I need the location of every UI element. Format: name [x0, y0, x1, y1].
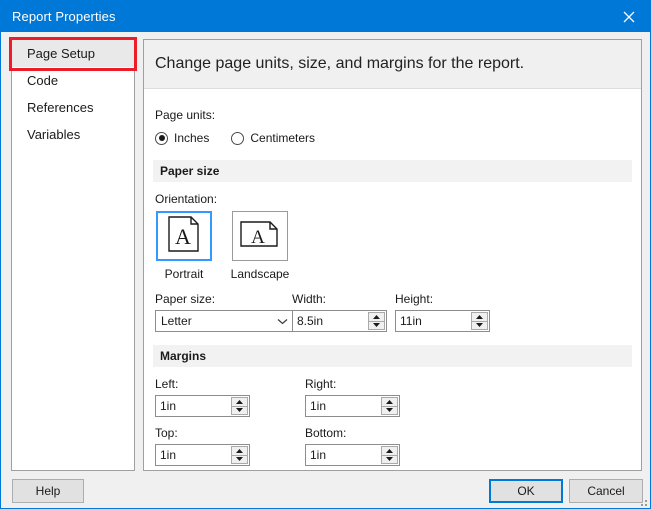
bottom-margin-label: Bottom:: [305, 426, 347, 440]
spinner-up-icon[interactable]: [381, 397, 398, 406]
orientation-landscape-button[interactable]: A: [232, 211, 288, 261]
spinner-up-icon[interactable]: [381, 446, 398, 455]
right-margin-label: Right:: [305, 377, 337, 391]
paper-size-value: Letter: [161, 314, 192, 328]
right-margin-spinner[interactable]: 1in: [305, 395, 400, 417]
radio-centimeters-label: Centimeters: [250, 131, 316, 145]
height-label: Height:: [395, 292, 434, 306]
radio-centimeters[interactable]: Centimeters: [231, 131, 315, 145]
help-button[interactable]: Help: [12, 479, 84, 503]
window-title: Report Properties: [12, 9, 116, 24]
top-margin-spinner[interactable]: 1in: [155, 444, 250, 466]
report-properties-dialog: Report Properties Page Setup Code Refere…: [0, 0, 651, 509]
page-landscape-icon: A: [239, 217, 281, 256]
sidebar-item-label: Page Setup: [27, 46, 95, 61]
radio-empty-icon: [231, 131, 245, 145]
spinner-up-icon[interactable]: [231, 446, 248, 455]
radio-filled-icon: [155, 131, 168, 145]
left-margin-spinner[interactable]: 1in: [155, 395, 250, 417]
right-margin-spinner-buttons: [381, 397, 398, 415]
sidebar-item-references[interactable]: References: [12, 94, 134, 121]
panel-description: Change page units, size, and margins for…: [155, 55, 525, 72]
sidebar-item-code[interactable]: Code: [12, 67, 134, 94]
orientation-landscape-label: Landscape: [230, 267, 290, 281]
radio-inches-label: Inches: [174, 131, 210, 145]
chevron-down-icon: [272, 318, 292, 325]
height-spinner-buttons: [471, 312, 488, 330]
width-spinner[interactable]: 8.5in: [292, 310, 387, 332]
paper-size-section-title: Paper size: [160, 164, 220, 178]
panel-header: Change page units, size, and margins for…: [144, 40, 641, 89]
bottom-margin-spinner[interactable]: 1in: [305, 444, 400, 466]
spinner-up-icon[interactable]: [368, 312, 385, 321]
height-value: 11in: [400, 314, 422, 328]
paper-size-section-header: Paper size: [153, 160, 632, 182]
title-bar: Report Properties: [1, 1, 650, 32]
page-units-radio-group: Inches Centimeters: [155, 131, 337, 145]
margins-section-title: Margins: [160, 349, 207, 363]
orientation-label: Orientation:: [155, 192, 218, 206]
orientation-portrait-label: Portrait: [164, 267, 204, 281]
svg-text:A: A: [251, 227, 265, 248]
sidebar-item-page-setup[interactable]: Page Setup: [12, 40, 134, 67]
top-margin-spinner-buttons: [231, 446, 248, 464]
spinner-down-icon[interactable]: [381, 454, 398, 464]
bottom-margin-value: 1in: [310, 448, 327, 462]
height-spinner[interactable]: 11in: [395, 310, 490, 332]
radio-inches[interactable]: Inches: [155, 131, 209, 145]
resize-grip[interactable]: [637, 495, 649, 507]
paper-size-dropdown[interactable]: Letter: [155, 310, 293, 332]
margins-section-header: Margins: [153, 345, 632, 367]
left-margin-label: Left:: [155, 377, 179, 391]
settings-panel: Change page units, size, and margins for…: [143, 39, 642, 471]
left-margin-spinner-buttons: [231, 397, 248, 415]
width-value: 8.5in: [297, 314, 324, 328]
left-margin-value: 1in: [160, 399, 177, 413]
cancel-button[interactable]: Cancel: [569, 479, 643, 503]
category-sidebar: Page Setup Code References Variables: [11, 39, 135, 471]
close-icon: [623, 11, 635, 23]
paper-size-label: Paper size:: [155, 292, 216, 306]
svg-text:A: A: [175, 224, 191, 249]
spinner-down-icon[interactable]: [471, 320, 488, 330]
top-margin-value: 1in: [160, 448, 177, 462]
ok-button-label: OK: [517, 484, 535, 498]
width-spinner-buttons: [368, 312, 385, 330]
close-button[interactable]: [606, 1, 650, 32]
top-margin-label: Top:: [155, 426, 178, 440]
cancel-button-label: Cancel: [587, 484, 625, 498]
spinner-up-icon[interactable]: [231, 397, 248, 406]
dialog-body: Page Setup Code References Variables Cha…: [1, 32, 650, 473]
spinner-down-icon[interactable]: [381, 405, 398, 415]
spinner-down-icon[interactable]: [231, 405, 248, 415]
sidebar-item-label: Code: [27, 73, 59, 88]
spinner-down-icon[interactable]: [368, 320, 385, 330]
ok-button[interactable]: OK: [489, 479, 563, 503]
right-margin-value: 1in: [310, 399, 327, 413]
page-portrait-icon: A: [167, 215, 201, 258]
spinner-down-icon[interactable]: [231, 454, 248, 464]
help-button-label: Help: [35, 484, 61, 498]
sidebar-item-label: References: [27, 100, 94, 115]
orientation-portrait-button[interactable]: A: [156, 211, 212, 261]
spinner-up-icon[interactable]: [471, 312, 488, 321]
sidebar-item-label: Variables: [27, 127, 81, 142]
bottom-margin-spinner-buttons: [381, 446, 398, 464]
width-label: Width:: [292, 292, 327, 306]
page-units-label: Page units:: [155, 108, 216, 122]
dialog-footer: Help OK Cancel: [1, 473, 650, 508]
sidebar-item-variables[interactable]: Variables: [12, 121, 134, 148]
